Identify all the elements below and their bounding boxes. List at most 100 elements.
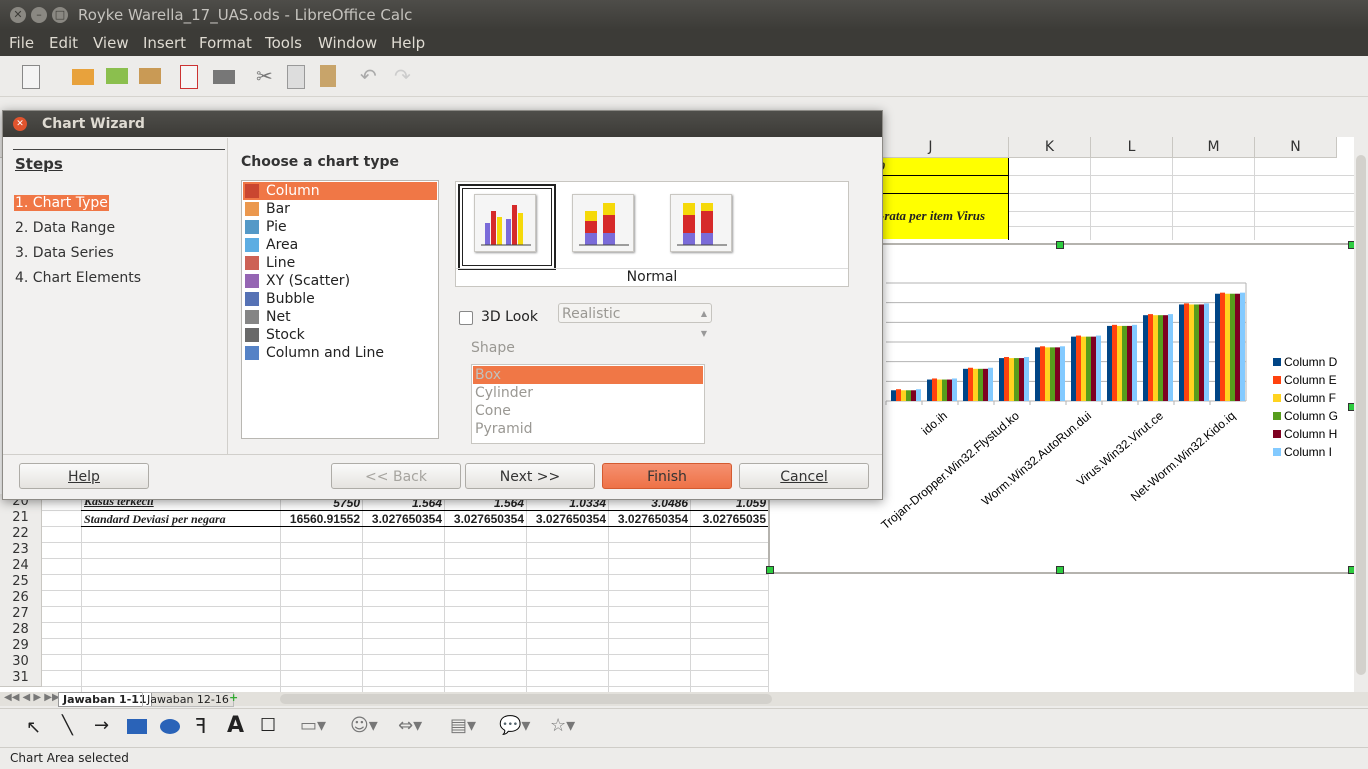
row-header-31[interactable]: 31 — [0, 670, 42, 687]
basic-shapes-icon[interactable]: ▭▾ — [300, 715, 326, 736]
select-arrow-icon[interactable]: ↖ — [26, 717, 41, 738]
cell-b21[interactable]: Standard Deviasi per negara — [84, 512, 226, 527]
minimize-window-icon[interactable]: – — [31, 7, 47, 23]
chart-type-line[interactable]: Line — [243, 254, 437, 272]
cell-row21-5[interactable]: 3.02765035 — [692, 512, 766, 526]
rectangle-tool-icon[interactable] — [127, 719, 147, 734]
chart-type-column[interactable]: Column — [243, 182, 437, 200]
paste-icon[interactable] — [320, 65, 336, 87]
chart-type-xy-scatter-[interactable]: XY (Scatter) — [243, 272, 437, 290]
open-folder-icon[interactable] — [72, 69, 94, 85]
symbol-shapes-icon[interactable]: ☺▾ — [350, 715, 378, 736]
row-header-21[interactable]: 21 — [0, 510, 42, 527]
close-dialog-icon[interactable]: ✕ — [13, 117, 27, 131]
new-document-icon[interactable] — [22, 65, 40, 89]
3d-look-checkbox[interactable] — [459, 311, 473, 325]
line-tool-icon[interactable]: ╲ — [62, 715, 73, 736]
variant-percent-stacked-icon[interactable] — [670, 194, 732, 252]
variant-stacked-icon[interactable] — [572, 194, 634, 252]
resize-handle-bl[interactable] — [766, 566, 774, 574]
back-button[interactable]: << Back — [331, 463, 461, 489]
print-icon[interactable] — [213, 70, 235, 84]
variant-normal-icon[interactable] — [474, 194, 536, 252]
menu-view[interactable]: View — [93, 34, 129, 52]
row-header-26[interactable]: 26 — [0, 590, 42, 607]
next-button[interactable]: Next >> — [465, 463, 595, 489]
chart-type-area[interactable]: Area — [243, 236, 437, 254]
flowchart-icon[interactable]: ▤▾ — [450, 715, 476, 736]
step-data-range[interactable]: 2. Data Range — [14, 220, 116, 236]
chart-type-net[interactable]: Net — [243, 308, 437, 326]
close-window-icon[interactable]: ✕ — [10, 7, 26, 23]
resize-handle-b[interactable] — [1056, 566, 1064, 574]
undo-icon[interactable]: ↶ — [360, 65, 382, 87]
cell-row21-2[interactable]: 3.027650354 — [446, 512, 524, 526]
callout-tool-icon[interactable]: ☐ — [260, 715, 276, 736]
menu-insert[interactable]: Insert — [143, 34, 186, 52]
block-arrows-icon[interactable]: ⇔▾ — [398, 715, 422, 736]
cut-icon[interactable]: ✂ — [256, 65, 278, 87]
curve-tool-icon[interactable]: ꟻ — [195, 714, 207, 738]
stars-icon[interactable]: ☆▾ — [550, 715, 575, 736]
column-header-m[interactable]: M — [1173, 137, 1255, 158]
3d-look-select[interactable]: Realistic ▲ ▼ — [558, 303, 712, 338]
horizontal-scroll-thumb[interactable] — [280, 694, 772, 704]
chart-type-bubble[interactable]: Bubble — [243, 290, 437, 308]
maximize-window-icon[interactable]: □ — [52, 7, 68, 23]
row-header-27[interactable]: 27 — [0, 606, 42, 623]
resize-handle-t[interactable] — [1056, 241, 1064, 249]
menu-window[interactable]: Window — [318, 34, 377, 52]
tab-nav-icon[interactable]: ◀◀ ◀ ▶ ▶▶ — [4, 692, 60, 703]
row-header-25[interactable]: 25 — [0, 574, 42, 591]
chart-variant-gallery[interactable]: Normal — [455, 181, 849, 287]
step-chart-elements[interactable]: 4. Chart Elements — [14, 270, 142, 286]
redo-icon[interactable]: ↷ — [394, 65, 416, 87]
vertical-scroll-thumb[interactable] — [1356, 155, 1366, 675]
email-icon[interactable] — [139, 68, 161, 84]
finish-button[interactable]: Finish — [602, 463, 732, 489]
shape-cone[interactable]: Cone — [473, 402, 703, 420]
menu-file[interactable]: File — [9, 34, 34, 52]
export-pdf-icon[interactable] — [180, 65, 198, 89]
row-header-24[interactable]: 24 — [0, 558, 42, 575]
arrow-line-icon[interactable]: → — [94, 715, 109, 736]
shape-pyramid[interactable]: Pyramid — [473, 420, 703, 438]
menu-help[interactable]: Help — [391, 34, 425, 52]
column-header-l[interactable]: L — [1091, 137, 1173, 158]
row-header-23[interactable]: 23 — [0, 542, 42, 559]
sheet-tab-2[interactable]: Jawaban 12-16 — [142, 692, 234, 707]
copy-icon[interactable] — [287, 65, 305, 89]
column-header-k[interactable]: K — [1009, 137, 1091, 158]
menu-edit[interactable]: Edit — [49, 34, 78, 52]
ellipse-tool-icon[interactable] — [160, 719, 180, 734]
chart-type-bar[interactable]: Bar — [243, 200, 437, 218]
chart-type-pie[interactable]: Pie — [243, 218, 437, 236]
step-data-series[interactable]: 3. Data Series — [14, 245, 115, 261]
sheet-tab-1[interactable]: Jawaban 1-11 — [58, 692, 152, 707]
step-chart-type[interactable]: 1. Chart Type — [14, 195, 109, 211]
help-button[interactable]: Help — [19, 463, 149, 489]
column-header-n[interactable]: N — [1255, 137, 1337, 158]
shape-list[interactable]: Box Cylinder Cone Pyramid — [471, 364, 705, 444]
cell-row21-4[interactable]: 3.027650354 — [610, 512, 688, 526]
callouts-icon[interactable]: 💬▾ — [499, 715, 530, 736]
shape-cylinder[interactable]: Cylinder — [473, 384, 703, 402]
row-header-22[interactable]: 22 — [0, 526, 42, 543]
add-sheet-icon[interactable]: + — [229, 691, 238, 704]
row-header-30[interactable]: 30 — [0, 654, 42, 671]
text-tool-icon[interactable]: A — [227, 713, 244, 738]
cell-row21-1[interactable]: 3.027650354 — [364, 512, 442, 526]
menu-tools[interactable]: Tools — [265, 34, 302, 52]
chart-type-column-and-line[interactable]: Column and Line — [243, 344, 437, 362]
cell-row21-0[interactable]: 16560.91552 — [282, 512, 360, 526]
chart-type-list[interactable]: Column Bar Pie Area Line XY (Scatter) Bubble Ne… — [241, 180, 439, 439]
shape-box[interactable]: Box — [473, 366, 703, 384]
chart-type-stock[interactable]: Stock — [243, 326, 437, 344]
cancel-button[interactable]: Cancel — [739, 463, 869, 489]
cell-row21-3[interactable]: 3.027650354 — [528, 512, 606, 526]
row-header-28[interactable]: 28 — [0, 622, 42, 639]
vertical-scrollbar[interactable] — [1354, 137, 1368, 692]
save-icon[interactable] — [106, 68, 128, 84]
menu-format[interactable]: Format — [199, 34, 252, 52]
row-header-29[interactable]: 29 — [0, 638, 42, 655]
